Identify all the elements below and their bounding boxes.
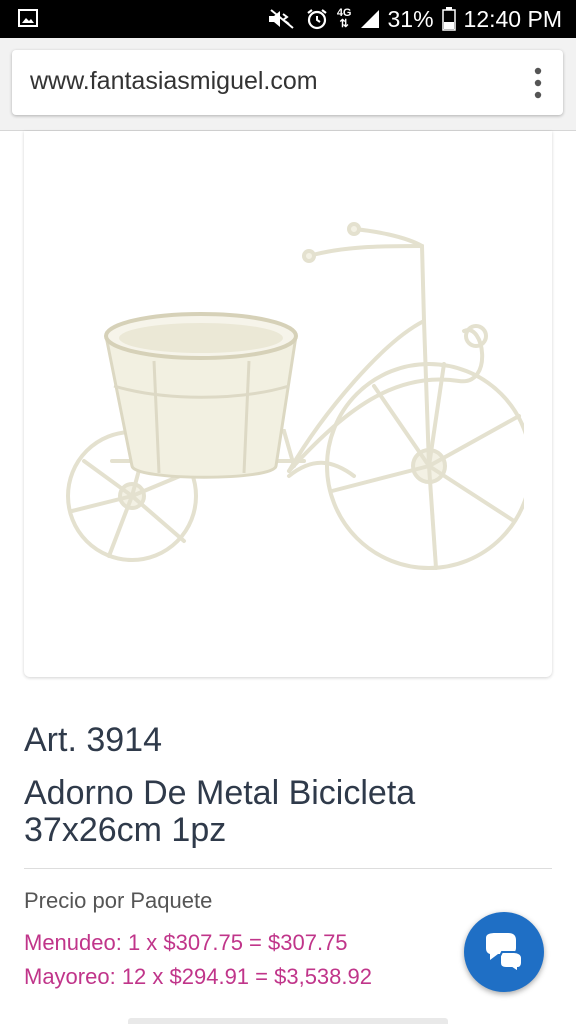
status-icons: 4G ⇅ 31% 12:40 PM xyxy=(267,0,562,38)
retail-price: Menudeo: 1 x $307.75 = $307.75 xyxy=(24,930,348,955)
page-content: Art. 3914 Adorno De Metal Bicicleta 37x2… xyxy=(0,131,576,1024)
gallery-icon xyxy=(18,9,38,27)
divider xyxy=(24,868,552,869)
price-label: Precio por Paquete xyxy=(24,888,213,913)
article-number: Art. 3914 xyxy=(24,721,162,759)
chat-button[interactable] xyxy=(464,912,544,992)
url-bar[interactable]: www.fantasiasmiguel.com xyxy=(12,50,563,115)
browser-toolbar: www.fantasiasmiguel.com xyxy=(0,38,576,131)
wholesale-price: Mayoreo: 12 x $294.91 = $3,538.92 xyxy=(24,964,372,989)
chat-bubbles-icon xyxy=(486,933,523,972)
more-vert-icon[interactable] xyxy=(533,67,543,99)
alarm-icon xyxy=(307,9,327,30)
bicycle-planter-image[interactable] xyxy=(64,211,524,581)
url-text[interactable]: www.fantasiasmiguel.com xyxy=(30,67,318,96)
battery-percent: 31% xyxy=(387,5,434,32)
4g-icon: 4G ⇅ xyxy=(336,7,352,30)
battery-icon xyxy=(441,7,456,31)
product-image-card[interactable] xyxy=(24,131,552,677)
signal-icon xyxy=(360,10,379,28)
status-bar: 4G ⇅ 31% 12:40 PM xyxy=(0,0,576,38)
bottom-tab-handle[interactable] xyxy=(128,1018,448,1024)
clock: 12:40 PM xyxy=(463,5,562,32)
product-title: Adorno De Metal Bicicleta 37x26cm 1pz xyxy=(24,774,416,849)
mute-icon xyxy=(268,9,294,29)
